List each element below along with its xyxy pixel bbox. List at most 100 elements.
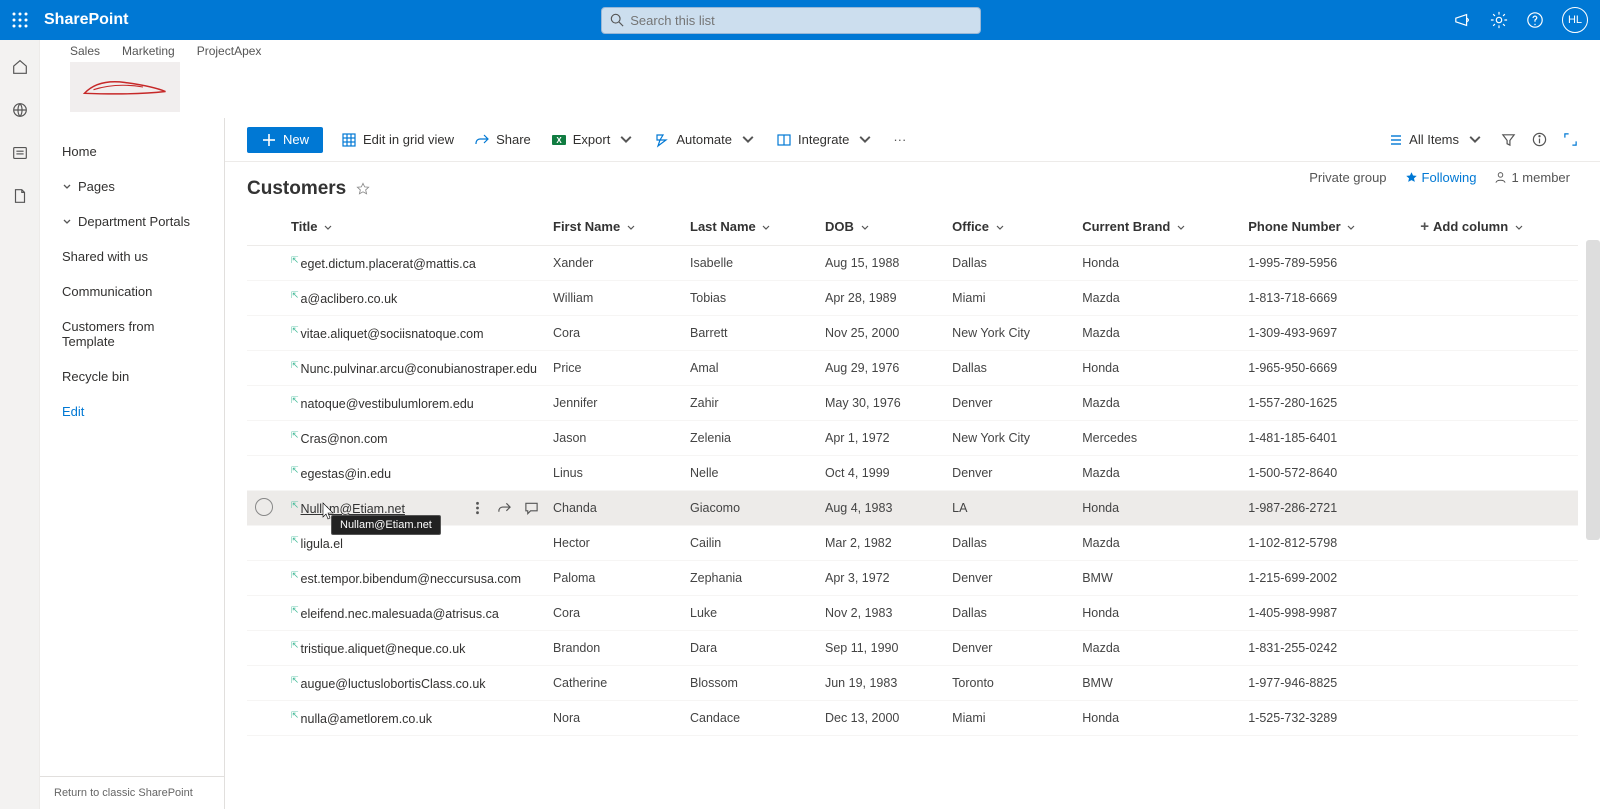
nav-pages[interactable]: Pages [40, 169, 224, 204]
select-circle-icon[interactable] [255, 498, 273, 516]
table-row[interactable]: ⇱ligula.elHectorCailinMar 2, 1982DallasM… [247, 526, 1578, 561]
title-link[interactable]: Cras@non.com [301, 432, 388, 446]
nav-classic-link[interactable]: Return to classic SharePoint [40, 776, 224, 809]
title-link[interactable]: ligula.el [301, 537, 343, 551]
cell-dob: Mar 2, 1982 [817, 526, 944, 561]
rail-home[interactable] [11, 58, 29, 79]
expand-icon[interactable] [1563, 132, 1578, 147]
cell-brand: Mazda [1074, 456, 1240, 491]
rail-files[interactable] [11, 187, 29, 208]
row-select[interactable] [247, 456, 283, 491]
table-row[interactable]: ⇱egestas@in.eduLinusNelleOct 4, 1999Denv… [247, 456, 1578, 491]
export-button[interactable]: X Export [549, 128, 637, 152]
title-link[interactable]: eleifend.nec.malesuada@atrisus.ca [301, 607, 499, 621]
title-link[interactable]: a@aclibero.co.uk [301, 292, 398, 306]
cell-phone: 1-525-732-3289 [1240, 701, 1412, 736]
table-row[interactable]: ⇱augue@luctuslobortisClass.co.ukCatherin… [247, 666, 1578, 701]
title-link[interactable]: Nullam@Etiam.net [301, 502, 405, 516]
col-first[interactable]: First Name [545, 208, 682, 246]
hub-nav-sales[interactable]: Sales [70, 44, 100, 58]
edit-grid-button[interactable]: Edit in grid view [339, 128, 456, 152]
col-last[interactable]: Last Name [682, 208, 817, 246]
col-dob[interactable]: DOB [817, 208, 944, 246]
table-row[interactable]: ⇱eleifend.nec.malesuada@atrisus.caCoraLu… [247, 596, 1578, 631]
scrollbar-vertical[interactable] [1586, 240, 1600, 540]
hub-nav-marketing[interactable]: Marketing [122, 44, 175, 58]
site-logo[interactable] [70, 62, 180, 112]
filter-icon[interactable] [1501, 132, 1516, 147]
title-link[interactable]: est.tempor.bibendum@neccursusa.com [301, 572, 521, 586]
help-icon[interactable] [1526, 11, 1544, 29]
nav-shared[interactable]: Shared with us [40, 239, 224, 274]
nav-recycle[interactable]: Recycle bin [40, 359, 224, 394]
table-row[interactable]: ⇱est.tempor.bibendum@neccursusa.comPalom… [247, 561, 1578, 596]
megaphone-icon[interactable] [1454, 11, 1472, 29]
search-box[interactable] [601, 7, 981, 34]
nav-department-portals[interactable]: Department Portals [40, 204, 224, 239]
row-select[interactable] [247, 526, 283, 561]
row-select[interactable] [247, 666, 283, 701]
automate-button[interactable]: Automate [652, 128, 758, 152]
user-avatar[interactable]: HL [1562, 7, 1588, 33]
more-vertical-icon[interactable] [470, 501, 485, 516]
table-row[interactable]: ⇱Nunc.pulvinar.arcu@conubianostraper.edu… [247, 351, 1578, 386]
favorite-star-icon[interactable] [356, 182, 370, 196]
title-link[interactable]: tristique.aliquet@neque.co.uk [301, 642, 466, 656]
table-row[interactable]: ⇱a@aclibero.co.ukWilliamTobiasApr 28, 19… [247, 281, 1578, 316]
row-select[interactable] [247, 386, 283, 421]
title-link[interactable]: augue@luctuslobortisClass.co.uk [301, 677, 486, 691]
title-link[interactable]: egestas@in.edu [301, 467, 392, 481]
row-select[interactable] [247, 631, 283, 666]
row-select[interactable] [247, 491, 283, 526]
more-button[interactable]: ··· [891, 128, 908, 151]
members-link[interactable]: 1 member [1494, 170, 1570, 185]
table-row[interactable]: ⇱nulla@ametlorem.co.ukNoraCandaceDec 13,… [247, 701, 1578, 736]
row-select[interactable] [247, 351, 283, 386]
title-link[interactable]: eget.dictum.placerat@mattis.ca [301, 257, 476, 271]
hub-nav-projectapex[interactable]: ProjectApex [197, 44, 262, 58]
cell-brand: Honda [1074, 351, 1240, 386]
new-button[interactable]: New [247, 127, 323, 153]
settings-icon[interactable] [1490, 11, 1508, 29]
row-select[interactable] [247, 561, 283, 596]
row-select[interactable] [247, 281, 283, 316]
info-icon[interactable] [1532, 132, 1547, 147]
table-row[interactable]: ⇱natoque@vestibulumlorem.eduJenniferZahi… [247, 386, 1578, 421]
search-input[interactable] [630, 13, 972, 28]
title-link[interactable]: natoque@vestibulumlorem.edu [301, 397, 474, 411]
col-office[interactable]: Office [944, 208, 1074, 246]
table-row[interactable]: ⇱Cras@non.comJasonZeleniaApr 1, 1972New … [247, 421, 1578, 456]
table-row[interactable]: ⇱vitae.aliquet@sociisnatoque.comCoraBarr… [247, 316, 1578, 351]
col-add[interactable]: +Add column [1412, 208, 1578, 246]
share-button[interactable]: Share [472, 128, 533, 152]
nav-edit[interactable]: Edit [40, 394, 224, 429]
row-select[interactable] [247, 246, 283, 281]
app-launcher-button[interactable] [0, 0, 40, 40]
share-row-icon[interactable] [497, 501, 512, 516]
table-row[interactable]: ⇱Nullam@Etiam.netNullam@Etiam.netChandaG… [247, 491, 1578, 526]
title-link[interactable]: vitae.aliquet@sociisnatoque.com [301, 327, 484, 341]
row-select[interactable] [247, 316, 283, 351]
nav-communication[interactable]: Communication [40, 274, 224, 309]
row-select[interactable] [247, 596, 283, 631]
rail-news[interactable] [11, 144, 29, 165]
app-name[interactable]: SharePoint [44, 11, 128, 29]
row-select[interactable] [247, 701, 283, 736]
rail-global[interactable] [11, 101, 29, 122]
col-phone[interactable]: Phone Number [1240, 208, 1412, 246]
row-select[interactable] [247, 421, 283, 456]
col-title[interactable]: Title [283, 208, 545, 246]
nav-home[interactable]: Home [40, 134, 224, 169]
comment-icon[interactable] [524, 501, 539, 516]
table-row[interactable]: ⇱eget.dictum.placerat@mattis.caXanderIsa… [247, 246, 1578, 281]
col-select[interactable] [247, 208, 283, 246]
integrate-button[interactable]: Integrate [774, 128, 875, 152]
following-toggle[interactable]: Following [1405, 170, 1477, 185]
nav-customers-template[interactable]: Customers from Template [40, 309, 224, 359]
title-link[interactable]: nulla@ametlorem.co.uk [301, 712, 433, 726]
col-brand[interactable]: Current Brand [1074, 208, 1240, 246]
view-selector[interactable]: All Items [1385, 128, 1485, 152]
title-link[interactable]: Nunc.pulvinar.arcu@conubianostraper.edu [301, 362, 537, 376]
table-row[interactable]: ⇱tristique.aliquet@neque.co.ukBrandonDar… [247, 631, 1578, 666]
table-wrap[interactable]: Title First Name Last Name DOB Office Cu… [225, 208, 1600, 809]
